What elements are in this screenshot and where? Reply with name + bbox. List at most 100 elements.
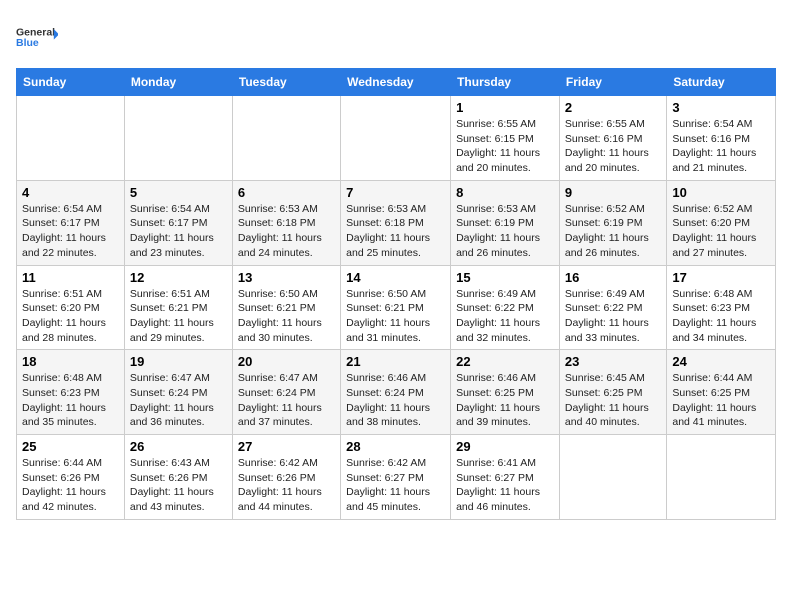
day-number: 15 — [456, 270, 554, 285]
calendar-cell: 12 Sunrise: 6:51 AMSunset: 6:21 PMDayligh… — [124, 265, 232, 350]
day-info: Sunrise: 6:46 AMSunset: 6:24 PMDaylight:… — [346, 371, 445, 430]
calendar-week-3: 11Sunrise: 6:51 AMSunset: 6:20 PMDayligh… — [17, 265, 776, 350]
day-number: 1 — [456, 100, 554, 115]
calendar-week-4: 18 Sunrise: 6:48 AMSunset: 6:23 PMDayligh… — [17, 350, 776, 435]
day-number: 16 — [565, 270, 661, 285]
day-number: 12 — [130, 270, 227, 285]
weekday-header-wednesday: Wednesday — [341, 69, 451, 96]
day-info: Sunrise: 6:54 AMSunset: 6:17 PMDaylight:… — [22, 202, 119, 261]
day-number: 23 — [565, 354, 661, 369]
calendar-cell — [667, 435, 776, 520]
day-info: Sunrise: 6:49 AMSunset: 6:22 PMDaylight:… — [565, 287, 661, 346]
calendar-cell: 17 Sunrise: 6:48 AMSunset: 6:23 PMDayligh… — [667, 265, 776, 350]
calendar-cell: 7 Sunrise: 6:53 AMSunset: 6:18 PMDaylight… — [341, 180, 451, 265]
weekday-header-sunday: Sunday — [17, 69, 125, 96]
day-info: Sunrise: 6:51 AMSunset: 6:20 PMDaylight:… — [22, 287, 119, 346]
day-info: Sunrise: 6:55 AMSunset: 6:15 PMDaylight:… — [456, 117, 554, 176]
weekday-header-thursday: Thursday — [451, 69, 560, 96]
day-info: Sunrise: 6:53 AMSunset: 6:19 PMDaylight:… — [456, 202, 554, 261]
calendar-cell: 29 Sunrise: 6:41 AMSunset: 6:27 PMDayligh… — [451, 435, 560, 520]
day-info: Sunrise: 6:50 AMSunset: 6:21 PMDaylight:… — [346, 287, 445, 346]
day-info: Sunrise: 6:52 AMSunset: 6:20 PMDaylight:… — [672, 202, 770, 261]
day-info: Sunrise: 6:43 AMSunset: 6:26 PMDaylight:… — [130, 456, 227, 515]
calendar-cell: 13 Sunrise: 6:50 AMSunset: 6:21 PMDayligh… — [232, 265, 340, 350]
day-info: Sunrise: 6:54 AMSunset: 6:17 PMDaylight:… — [130, 202, 227, 261]
day-info: Sunrise: 6:41 AMSunset: 6:27 PMDaylight:… — [456, 456, 554, 515]
day-number: 10 — [672, 185, 770, 200]
day-number: 2 — [565, 100, 661, 115]
day-number: 4 — [22, 185, 119, 200]
calendar-cell: 9Sunrise: 6:52 AMSunset: 6:19 PMDaylight… — [559, 180, 666, 265]
day-info: Sunrise: 6:53 AMSunset: 6:18 PMDaylight:… — [346, 202, 445, 261]
weekday-header-monday: Monday — [124, 69, 232, 96]
calendar-cell — [559, 435, 666, 520]
weekday-header-saturday: Saturday — [667, 69, 776, 96]
calendar-cell: 6Sunrise: 6:53 AMSunset: 6:18 PMDaylight… — [232, 180, 340, 265]
day-number: 17 — [672, 270, 770, 285]
calendar-cell — [17, 96, 125, 181]
day-number: 14 — [346, 270, 445, 285]
logo-svg: General Blue — [16, 16, 58, 58]
day-number: 7 — [346, 185, 445, 200]
calendar-week-5: 25Sunrise: 6:44 AMSunset: 6:26 PMDayligh… — [17, 435, 776, 520]
logo: General Blue — [16, 16, 58, 58]
day-number: 22 — [456, 354, 554, 369]
calendar-cell: 20 Sunrise: 6:47 AMSunset: 6:24 PMDayligh… — [232, 350, 340, 435]
calendar-cell: 28 Sunrise: 6:42 AMSunset: 6:27 PMDayligh… — [341, 435, 451, 520]
calendar-cell: 21 Sunrise: 6:46 AMSunset: 6:24 PMDayligh… — [341, 350, 451, 435]
calendar-cell: 24 Sunrise: 6:44 AMSunset: 6:25 PMDayligh… — [667, 350, 776, 435]
calendar-cell: 18 Sunrise: 6:48 AMSunset: 6:23 PMDayligh… — [17, 350, 125, 435]
calendar-cell: 2 Sunrise: 6:55 AMSunset: 6:16 PMDaylight… — [559, 96, 666, 181]
weekday-header-tuesday: Tuesday — [232, 69, 340, 96]
day-number: 27 — [238, 439, 335, 454]
calendar-cell: 1 Sunrise: 6:55 AMSunset: 6:15 PMDaylight… — [451, 96, 560, 181]
day-info: Sunrise: 6:50 AMSunset: 6:21 PMDaylight:… — [238, 287, 335, 346]
day-number: 5 — [130, 185, 227, 200]
day-number: 3 — [672, 100, 770, 115]
day-info: Sunrise: 6:48 AMSunset: 6:23 PMDaylight:… — [22, 371, 119, 430]
day-number: 13 — [238, 270, 335, 285]
day-info: Sunrise: 6:47 AMSunset: 6:24 PMDaylight:… — [130, 371, 227, 430]
day-number: 24 — [672, 354, 770, 369]
calendar-cell — [341, 96, 451, 181]
calendar-cell: 19 Sunrise: 6:47 AMSunset: 6:24 PMDayligh… — [124, 350, 232, 435]
day-info: Sunrise: 6:44 AMSunset: 6:25 PMDaylight:… — [672, 371, 770, 430]
day-info: Sunrise: 6:47 AMSunset: 6:24 PMDaylight:… — [238, 371, 335, 430]
calendar-cell: 4 Sunrise: 6:54 AMSunset: 6:17 PMDaylight… — [17, 180, 125, 265]
day-info: Sunrise: 6:48 AMSunset: 6:23 PMDaylight:… — [672, 287, 770, 346]
calendar-cell: 23 Sunrise: 6:45 AMSunset: 6:25 PMDayligh… — [559, 350, 666, 435]
calendar-body: 1 Sunrise: 6:55 AMSunset: 6:15 PMDaylight… — [17, 96, 776, 520]
calendar-cell: 26 Sunrise: 6:43 AMSunset: 6:26 PMDayligh… — [124, 435, 232, 520]
calendar-cell: 3 Sunrise: 6:54 AMSunset: 6:16 PMDaylight… — [667, 96, 776, 181]
calendar-cell: 25Sunrise: 6:44 AMSunset: 6:26 PMDayligh… — [17, 435, 125, 520]
day-number: 26 — [130, 439, 227, 454]
day-info: Sunrise: 6:52 AMSunset: 6:19 PMDaylight:… — [565, 202, 661, 261]
calendar-week-1: 1 Sunrise: 6:55 AMSunset: 6:15 PMDaylight… — [17, 96, 776, 181]
day-info: Sunrise: 6:42 AMSunset: 6:27 PMDaylight:… — [346, 456, 445, 515]
day-number: 21 — [346, 354, 445, 369]
calendar-cell: 11Sunrise: 6:51 AMSunset: 6:20 PMDayligh… — [17, 265, 125, 350]
day-info: Sunrise: 6:51 AMSunset: 6:21 PMDaylight:… — [130, 287, 227, 346]
day-info: Sunrise: 6:42 AMSunset: 6:26 PMDaylight:… — [238, 456, 335, 515]
calendar-cell — [124, 96, 232, 181]
day-info: Sunrise: 6:54 AMSunset: 6:16 PMDaylight:… — [672, 117, 770, 176]
calendar-cell: 15 Sunrise: 6:49 AMSunset: 6:22 PMDayligh… — [451, 265, 560, 350]
calendar-cell: 5 Sunrise: 6:54 AMSunset: 6:17 PMDaylight… — [124, 180, 232, 265]
calendar-cell: 14 Sunrise: 6:50 AMSunset: 6:21 PMDayligh… — [341, 265, 451, 350]
day-number: 19 — [130, 354, 227, 369]
svg-text:Blue: Blue — [16, 37, 39, 49]
calendar-week-2: 4 Sunrise: 6:54 AMSunset: 6:17 PMDaylight… — [17, 180, 776, 265]
day-number: 28 — [346, 439, 445, 454]
weekday-header-friday: Friday — [559, 69, 666, 96]
calendar-cell: 16 Sunrise: 6:49 AMSunset: 6:22 PMDayligh… — [559, 265, 666, 350]
day-number: 20 — [238, 354, 335, 369]
day-info: Sunrise: 6:55 AMSunset: 6:16 PMDaylight:… — [565, 117, 661, 176]
calendar-cell: 27 Sunrise: 6:42 AMSunset: 6:26 PMDayligh… — [232, 435, 340, 520]
day-info: Sunrise: 6:45 AMSunset: 6:25 PMDaylight:… — [565, 371, 661, 430]
day-info: Sunrise: 6:49 AMSunset: 6:22 PMDaylight:… — [456, 287, 554, 346]
calendar-table: SundayMondayTuesdayWednesdayThursdayFrid… — [16, 68, 776, 520]
day-number: 18 — [22, 354, 119, 369]
calendar-cell — [232, 96, 340, 181]
day-number: 29 — [456, 439, 554, 454]
weekday-header-row: SundayMondayTuesdayWednesdayThursdayFrid… — [17, 69, 776, 96]
